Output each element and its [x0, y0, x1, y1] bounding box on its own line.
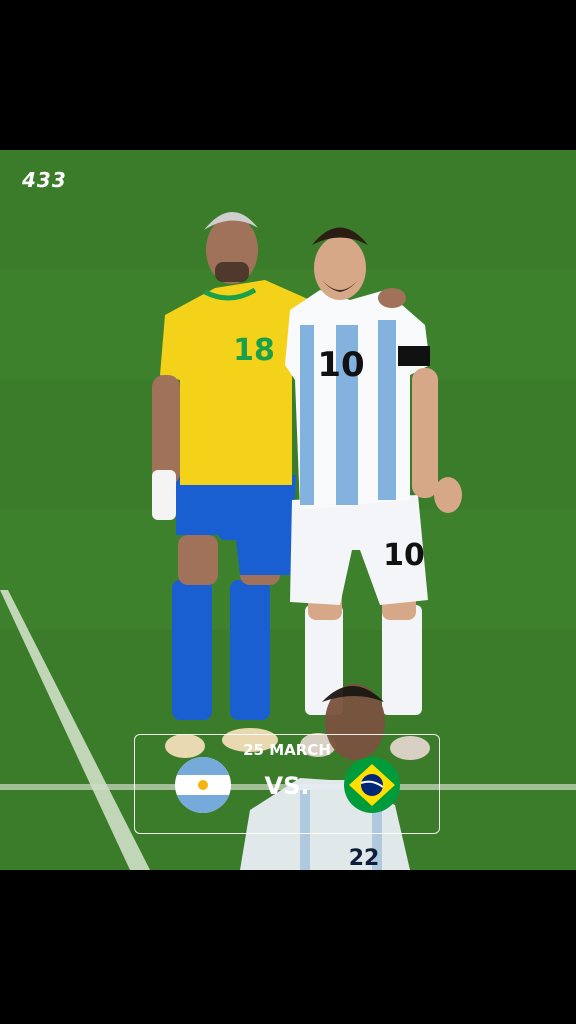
argentina-shorts-number: 10: [383, 538, 425, 573]
argentina-jersey-number: 10: [317, 345, 364, 385]
match-date: 25 MARCH: [243, 741, 331, 759]
story-frame: 18 10 10 22 433 25 MARCH VS.: [0, 0, 576, 1024]
brand-logo: 433: [22, 168, 67, 192]
brazil-jersey-number: 18: [233, 333, 275, 368]
front-player-number: 22: [349, 846, 380, 870]
match-photo: 18 10 10 22 433 25 MARCH VS.: [0, 150, 576, 870]
match-card: 25 MARCH VS.: [134, 734, 440, 834]
brazil-flag-icon: [344, 757, 400, 813]
